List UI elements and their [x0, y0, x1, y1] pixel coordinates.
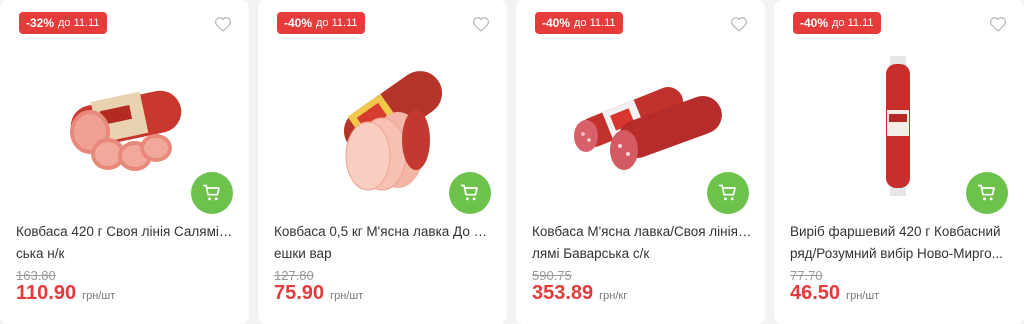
price-unit: грн/шт: [846, 290, 880, 302]
add-to-cart-button[interactable]: [966, 172, 1008, 214]
cart-icon: [718, 184, 736, 201]
discount-badge: -40% до 11.11: [277, 12, 365, 34]
product-card[interactable]: -32% до 11.11 Ковбаса 420 г Своя лінія С…: [0, 0, 249, 324]
product-title-line: Виріб фаршевий 420 г Ковбасний: [790, 224, 1001, 239]
product-title[interactable]: Ковбаса М'ясна лавка/Своя лінія Са лямі …: [532, 221, 752, 265]
discount-until: до 11.11: [316, 17, 358, 29]
product-image[interactable]: [556, 50, 726, 200]
price-unit: грн/шт: [82, 290, 116, 302]
old-price: 77.70: [790, 268, 823, 283]
heart-icon[interactable]: [213, 14, 233, 34]
current-price: 110.90: [16, 282, 77, 304]
price-row: 353.89 грн/кг: [532, 282, 627, 305]
product-image[interactable]: [298, 50, 468, 200]
price-row: 110.90 грн/шт: [16, 282, 115, 305]
product-card[interactable]: -40% до 11.11 Виріб фаршевий 420 г Ковба…: [774, 0, 1024, 324]
heart-icon[interactable]: [988, 14, 1008, 34]
discount-until: до 11.11: [58, 17, 100, 29]
product-title-line: ряд/Розумний вибір Ново-Мирго...: [790, 246, 1003, 261]
product-title-line: ська н/к: [16, 246, 65, 261]
price-row: 75.90 грн/шт: [274, 282, 363, 305]
product-image[interactable]: [814, 50, 984, 200]
cart-icon: [977, 184, 995, 201]
discount-badge: -40% до 11.11: [793, 12, 881, 34]
heart-icon[interactable]: [471, 14, 491, 34]
product-title-line: Ковбаса 0,5 кг М'ясна лавка До пюр: [274, 224, 494, 239]
current-price: 46.50: [790, 282, 841, 304]
product-title-line: Ковбаса 420 г Своя лінія Салямі Фін: [16, 224, 236, 239]
product-title-line: ешки вар: [274, 246, 332, 261]
product-title[interactable]: Ковбаса 0,5 кг М'ясна лавка До пюр ешки …: [274, 221, 494, 265]
product-card[interactable]: -40% до 11.11 Ковбаса М'ясна лавка/Своя …: [516, 0, 765, 324]
discount-until: до 11.11: [832, 17, 874, 29]
discount-percent: -40%: [800, 16, 829, 30]
price-unit: грн/шт: [330, 290, 364, 302]
current-price: 353.89: [532, 282, 594, 304]
discount-percent: -40%: [542, 16, 571, 30]
product-title[interactable]: Виріб фаршевий 420 г Ковбасний ряд/Розум…: [790, 221, 1010, 265]
add-to-cart-button[interactable]: [449, 172, 491, 214]
add-to-cart-button[interactable]: [707, 172, 749, 214]
product-title-line: лямі Баварська с/к: [532, 246, 650, 261]
product-image[interactable]: [40, 50, 210, 200]
product-title[interactable]: Ковбаса 420 г Своя лінія Салямі Фін ська…: [16, 221, 236, 265]
old-price: 127.80: [274, 268, 314, 283]
price-row: 46.50 грн/шт: [790, 282, 879, 305]
price-unit: грн/кг: [599, 290, 628, 302]
discount-until: до 11.11: [574, 17, 616, 29]
product-title-line: Ковбаса М'ясна лавка/Своя лінія Са: [532, 224, 752, 239]
discount-percent: -32%: [26, 16, 55, 30]
heart-icon[interactable]: [729, 14, 749, 34]
add-to-cart-button[interactable]: [191, 172, 233, 214]
current-price: 75.90: [274, 282, 325, 304]
cart-icon: [460, 184, 478, 201]
discount-badge: -40% до 11.11: [535, 12, 623, 34]
old-price: 163.80: [16, 268, 56, 283]
discount-badge: -32% до 11.11: [19, 12, 107, 34]
old-price: 590.75: [532, 268, 572, 283]
discount-percent: -40%: [284, 16, 313, 30]
product-card[interactable]: -40% до 11.11 Ковбаса 0,5 кг М'ясна лавк…: [258, 0, 507, 324]
cart-icon: [202, 184, 220, 201]
